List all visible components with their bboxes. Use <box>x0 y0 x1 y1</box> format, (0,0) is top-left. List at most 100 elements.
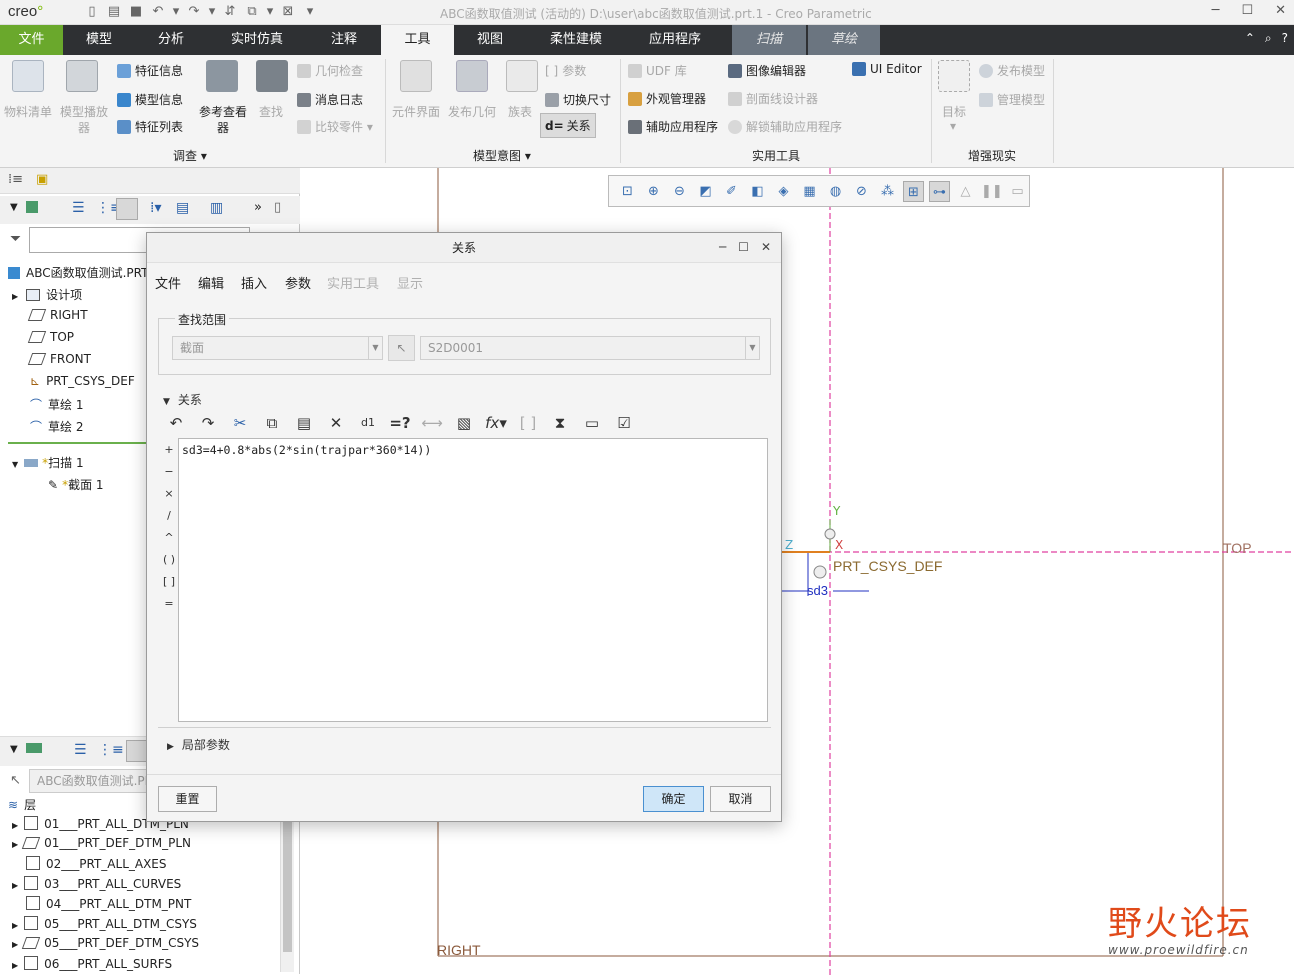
customize-qat-icon[interactable]: ▾ <box>302 4 318 20</box>
switch-dimension-icon[interactable]: d1 <box>355 411 381 435</box>
reset-button[interactable]: 重置 <box>158 786 217 812</box>
spin-center-icon[interactable]: ✐ <box>721 181 742 202</box>
tree-item-section[interactable]: ✎ *截面 1 <box>48 476 104 493</box>
dimension-sd3[interactable]: sd3 <box>807 583 828 598</box>
model-info-button[interactable]: 模型信息 <box>117 91 183 108</box>
tab-tools[interactable]: 工具 <box>381 25 454 55</box>
layer-item[interactable]: 02___PRT_ALL_AXES <box>26 856 167 871</box>
window-switch-icon[interactable]: ⧉ <box>244 4 260 20</box>
target-dropdown-icon[interactable]: ▾ <box>950 119 956 133</box>
more-icon[interactable]: » <box>254 200 262 215</box>
minus-handle-icon[interactable] <box>813 565 827 579</box>
sort-relations-icon[interactable]: ⧗ <box>547 411 573 435</box>
collapse-icon[interactable]: ▼ <box>10 744 18 755</box>
cut-icon[interactable]: ✂ <box>227 411 253 435</box>
refit-icon[interactable]: ⊡ <box>617 181 638 202</box>
switch-dimensions-button[interactable]: 切换尺寸 <box>545 91 611 108</box>
close-icon[interactable]: ✕ <box>761 240 771 254</box>
layer-columns-icon[interactable]: ⋮≡ <box>98 742 124 758</box>
operator-divide[interactable]: / <box>161 505 177 527</box>
view-manager-icon[interactable]: ▦ <box>799 181 820 202</box>
lookup-type-select[interactable]: 截面 ▼ <box>172 336 383 360</box>
search-icon[interactable]: ⌕ <box>1265 31 1272 46</box>
model-tree-tab-icon[interactable]: ⁞≡ <box>8 172 23 187</box>
close-icon[interactable]: ✕ <box>1275 3 1286 18</box>
dropdown-icon[interactable]: ▾ <box>266 4 274 20</box>
ok-button[interactable]: 确定 <box>643 786 704 812</box>
datum-display-icon[interactable]: ⁂ <box>877 181 898 202</box>
local-params-header[interactable]: ▶ 局部参数 <box>167 736 230 753</box>
minimize-icon[interactable]: ─ <box>1212 3 1220 18</box>
insert-bracket-icon[interactable]: [ ] <box>515 411 541 435</box>
tab-applications[interactable]: 应用程序 <box>626 25 724 55</box>
bom-button[interactable]: 物料清单 <box>4 103 52 120</box>
layer-item[interactable]: ▶ 01___PRT_DEF_DTM_PLN <box>12 836 191 850</box>
lookup-item-select[interactable]: S2D0001 ▼ <box>420 336 760 360</box>
sketch-display-icon[interactable]: ⊞ <box>903 180 924 202</box>
tree-item-front[interactable]: FRONT <box>27 352 91 366</box>
regenerate-icon[interactable]: ⇵ <box>222 4 238 20</box>
new-file-icon[interactable]: ▯ <box>84 4 100 20</box>
tree-item-sketch-2[interactable]: ⌒ 草绘 2 <box>30 418 83 435</box>
dropdown-icon[interactable]: ▾ <box>208 4 216 20</box>
group-model-intent[interactable]: 模型意图 ▾ <box>473 147 531 164</box>
sketcher-lock-icon[interactable]: △ <box>955 181 976 202</box>
paste-icon[interactable]: ▤ <box>291 411 317 435</box>
menu-display[interactable]: 显示 <box>397 273 423 292</box>
help-icon[interactable]: ? <box>1282 31 1288 46</box>
select-pointer-button[interactable]: ↖ <box>388 335 415 361</box>
evaluate-icon[interactable]: =? <box>387 411 413 435</box>
menu-parameters[interactable]: 参数 <box>285 273 311 292</box>
sketch-constraints-icon[interactable]: ⊶ <box>929 180 950 202</box>
tab-annotate[interactable]: 注释 <box>307 25 381 55</box>
operator-brackets[interactable]: [ ] <box>161 571 177 593</box>
relations-button[interactable]: d= 关系 <box>540 113 596 138</box>
operator-plus[interactable]: + <box>161 439 177 461</box>
layer-icon[interactable]: ▤ <box>176 200 189 216</box>
tab-sweep[interactable]: 扫描 <box>732 25 806 55</box>
tab-flexible-modeling[interactable]: 柔性建模 <box>526 25 626 55</box>
layer-model-select[interactable]: ABC函数取值测试.PRT <box>29 769 149 793</box>
layer-root[interactable]: ≋ 层 <box>8 796 36 813</box>
maximize-icon[interactable]: ☐ <box>738 240 749 254</box>
feature-info-button[interactable]: 特征信息 <box>117 62 183 79</box>
saved-views-icon[interactable]: ◈ <box>773 181 794 202</box>
check-relations-icon[interactable]: ☑ <box>611 411 637 435</box>
redo-icon[interactable]: ↷ <box>186 4 202 20</box>
operator-minus[interactable]: − <box>161 461 177 483</box>
collapse-ribbon-icon[interactable]: ⌃ <box>1245 31 1255 46</box>
layer-settings-icon[interactable] <box>126 740 148 762</box>
find-button[interactable]: 查找 <box>259 103 283 120</box>
tree-item-right[interactable]: RIGHT <box>27 308 88 322</box>
tab-view[interactable]: 视图 <box>454 25 526 55</box>
insert-function-icon[interactable]: fx▾ <box>483 411 509 435</box>
geometry-check-button[interactable]: 几何检查 <box>297 62 363 79</box>
compare-part-button[interactable]: 比较零件 ▾ <box>297 118 373 135</box>
collapse-icon[interactable]: ▼ <box>10 202 18 213</box>
verify-icon[interactable]: ▭ <box>579 411 605 435</box>
tree-item-sketch-1[interactable]: ⌒ 草绘 1 <box>30 396 83 413</box>
menu-utilities[interactable]: 实用工具 <box>327 273 379 292</box>
maximize-icon[interactable]: ☐ <box>1241 3 1253 18</box>
family-table-button[interactable]: 族表 <box>508 103 532 120</box>
aux-applications-button[interactable]: 辅助应用程序 <box>628 118 718 135</box>
undo-icon[interactable]: ↶ <box>163 411 189 435</box>
target-button[interactable]: 目标 <box>942 103 966 120</box>
layer-item[interactable]: 04___PRT_ALL_DTM_PNT <box>26 896 191 911</box>
save-icon[interactable]: ■ <box>128 4 144 20</box>
operator-multiply[interactable]: × <box>161 483 177 505</box>
tree-item-top[interactable]: TOP <box>27 330 74 344</box>
image-editor-button[interactable]: 图像编辑器 <box>728 62 806 79</box>
manage-model-button[interactable]: 管理模型 <box>979 91 1045 108</box>
operator-equals[interactable]: = <box>161 593 177 615</box>
tab-sketch[interactable]: 草绘 <box>808 25 880 55</box>
sketch-view-icon[interactable]: ▭ <box>1007 181 1028 202</box>
tree-item-sweep[interactable]: ▼ *扫描 1 <box>12 454 84 471</box>
release-aux-button[interactable]: 解锁辅助应用程序 <box>728 118 842 135</box>
udf-library-button[interactable]: UDF 库 <box>628 62 687 79</box>
layer-item[interactable]: ▶ 03___PRT_ALL_CURVES <box>12 876 181 891</box>
layer-item[interactable]: ▶ 05___PRT_ALL_DTM_CSYS <box>12 916 197 931</box>
ui-editor-button[interactable]: UI Editor <box>852 62 922 76</box>
publish-geometry-button[interactable]: 发布几何 <box>448 103 496 120</box>
zoom-out-icon[interactable]: ⊖ <box>669 181 690 202</box>
